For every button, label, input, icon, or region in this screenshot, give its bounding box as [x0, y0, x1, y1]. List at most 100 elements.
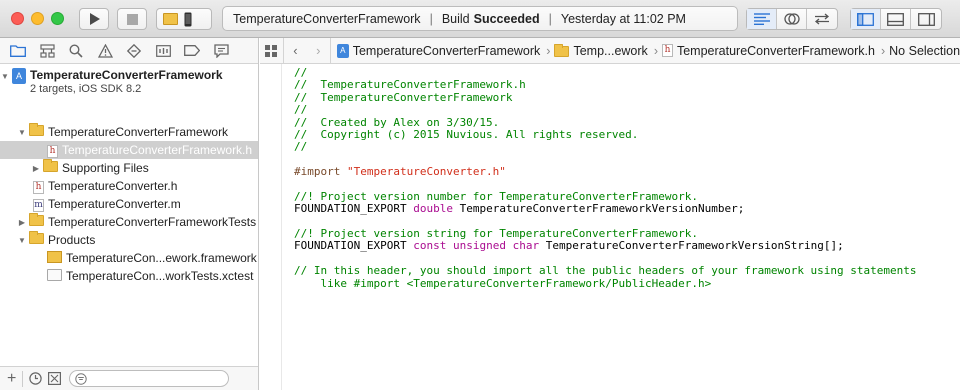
breadcrumb-label: TemperatureConverterFramework.h — [676, 43, 875, 58]
project-navigator-tab[interactable] — [10, 43, 26, 59]
stop-button[interactable] — [117, 8, 147, 30]
navigator-tab-bar — [0, 38, 258, 64]
warning-icon — [97, 43, 113, 58]
assistant-editor-button[interactable] — [777, 9, 807, 29]
minimize-window-button[interactable] — [31, 12, 44, 25]
header-file-icon: h — [33, 181, 44, 194]
breadcrumb-separator-icon: › — [546, 43, 551, 58]
scheme-selector[interactable] — [156, 8, 212, 30]
code-line: // — [294, 141, 917, 153]
navigator-filter-input[interactable] — [69, 370, 230, 387]
report-navigator-tab[interactable] — [213, 43, 229, 59]
navigator-filter-bar: + — [0, 366, 258, 390]
code-token: // — [294, 103, 308, 117]
disclosure-collapsed-icon[interactable]: ▶ — [17, 218, 27, 227]
debug-navigator-tab[interactable] — [155, 43, 171, 59]
breakpoint-navigator-tab[interactable] — [184, 43, 200, 59]
tree-item-label: Products — [48, 233, 96, 247]
disclosure-expanded-icon[interactable]: ▼ — [17, 236, 27, 245]
view-toggle-segmented — [850, 8, 942, 30]
breadcrumb-symbol[interactable]: No Selection — [889, 44, 960, 58]
code-token: char — [512, 239, 540, 253]
stop-icon — [126, 13, 138, 25]
hierarchy-icon — [39, 43, 55, 58]
test-navigator-tab[interactable] — [126, 43, 142, 59]
tree-item-supporting-files[interactable]: ▶ Supporting Files — [0, 159, 258, 177]
filter-bar-divider — [22, 370, 24, 387]
find-navigator-tab[interactable] — [68, 43, 84, 59]
folder-icon — [554, 44, 570, 57]
tree-item-framework-header[interactable]: h TemperatureConverterFramework.h — [0, 141, 258, 159]
code-line: FOUNDATION_EXPORT double TemperatureConv… — [294, 203, 917, 215]
code-token: // Created by Alex on 3/30/15. — [294, 115, 500, 129]
activity-timestamp: Yesterday at 11:02 PM — [560, 11, 686, 26]
tree-item-xctest-product[interactable]: TemperatureCon...workTests.xctest — [0, 267, 258, 285]
folder-icon — [10, 45, 26, 57]
tree-item-label: TemperatureConverterFramework — [48, 125, 229, 139]
activity-status-value: Succeeded — [473, 11, 540, 26]
breadcrumb-group[interactable]: Temp...ework — [554, 44, 648, 58]
implementation-file-icon: m — [33, 199, 44, 212]
scm-status-filter-icon[interactable] — [48, 372, 62, 385]
recent-files-clock-icon[interactable] — [29, 372, 43, 385]
issue-navigator-tab[interactable] — [97, 43, 113, 59]
code-token: // In this header, you should import all… — [294, 264, 917, 278]
project-navigator: ▼ A TemperatureConverterFramework 2 targ… — [0, 38, 259, 390]
go-forward-button[interactable]: › — [307, 43, 330, 58]
line-number-gutter[interactable] — [260, 64, 282, 390]
tree-item-converter-header[interactable]: h TemperatureConverter.h — [0, 177, 258, 195]
code-line: // TemperatureConverterFramework — [294, 90, 917, 104]
breadcrumb-project[interactable]: A TemperatureConverterFramework — [336, 43, 541, 58]
version-editor-button[interactable] — [807, 9, 837, 29]
jump-bar-divider — [329, 38, 331, 63]
code-token: // TemperatureConverterFramework — [294, 90, 513, 104]
standard-editor-button[interactable] — [747, 9, 777, 29]
tree-item-group-products[interactable]: ▼ Products — [0, 231, 258, 249]
code-token: double — [413, 202, 453, 216]
tree-item-converter-implementation[interactable]: m TemperatureConverter.m — [0, 195, 258, 213]
toggle-utilities-button[interactable] — [911, 9, 941, 29]
go-back-button[interactable]: ‹ — [284, 43, 307, 58]
code-token: // — [294, 140, 308, 154]
related-items-button[interactable] — [260, 44, 283, 57]
tree-item-label: TemperatureConverterFramework.h — [62, 143, 253, 157]
report-bubble-icon — [213, 43, 229, 58]
disclosure-collapsed-icon[interactable]: ▶ — [31, 164, 41, 173]
tree-item-label: Supporting Files — [62, 161, 149, 175]
utilities-panel-icon — [917, 12, 935, 26]
breadcrumb-file[interactable]: h TemperatureConverterFramework.h — [661, 43, 875, 58]
project-name: TemperatureConverterFramework — [30, 68, 223, 82]
symbol-navigator-tab[interactable] — [39, 43, 55, 59]
toggle-navigator-button[interactable] — [851, 9, 881, 29]
header-file-icon: h — [661, 44, 673, 57]
tree-item-group-tests[interactable]: ▶ TemperatureConverterFrameworkTests — [0, 213, 258, 231]
project-subtitle: 2 targets, iOS SDK 8.2 — [30, 83, 142, 95]
project-root-row[interactable]: ▼ A TemperatureConverterFramework 2 targ… — [0, 67, 258, 99]
code-token: TemperatureConverterFrameworkVersionStri… — [539, 239, 844, 253]
folder-icon — [29, 231, 44, 244]
code-token: unsigned — [452, 239, 506, 253]
breadcrumb-separator-icon: › — [880, 43, 886, 58]
code-token: "TemperatureConverter.h" — [346, 165, 506, 179]
close-window-button[interactable] — [11, 12, 24, 25]
tree-item-label: TemperatureCon...workTests.xctest — [66, 269, 254, 283]
code-token: // Copyright (c) 2015 Nuvious. All right… — [294, 127, 639, 141]
breadcrumb-label: TemperatureConverterFramework — [352, 43, 541, 58]
disclosure-expanded-icon[interactable]: ▼ — [17, 128, 27, 137]
code-text-area[interactable]: //// TemperatureConverterFramework.h// T… — [294, 66, 917, 290]
code-line: #import "TemperatureConverter.h" — [294, 165, 917, 179]
version-editor-icon — [814, 13, 830, 25]
editor-mode-segmented — [746, 8, 838, 30]
folder-icon — [29, 213, 44, 226]
zoom-window-button[interactable] — [51, 12, 64, 25]
xctest-bundle-icon — [47, 268, 62, 281]
run-button[interactable] — [79, 8, 109, 30]
tree-item-group-framework[interactable]: ▼ TemperatureConverterFramework — [0, 123, 258, 141]
disclosure-expanded-icon[interactable]: ▼ — [0, 72, 10, 81]
code-token: #import — [294, 165, 347, 179]
code-line: FOUNDATION_EXPORT const unsigned char Te… — [294, 240, 917, 252]
toggle-debug-area-button[interactable] — [881, 9, 911, 29]
tree-item-framework-product[interactable]: TemperatureCon...ework.framework — [0, 249, 258, 267]
add-icon[interactable]: + — [7, 370, 16, 387]
